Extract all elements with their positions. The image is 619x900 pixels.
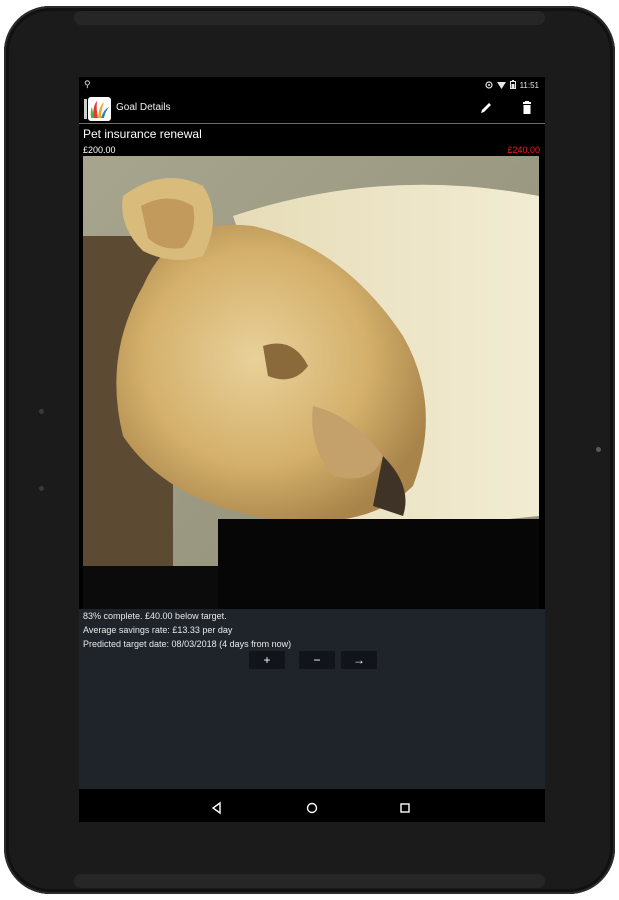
- subtract-funds-button[interactable]: −: [299, 651, 335, 669]
- delete-icon[interactable]: [518, 99, 536, 117]
- lioness-photo: [83, 156, 539, 609]
- sync-icon: [484, 80, 493, 91]
- colorful-app-logo-icon[interactable]: [84, 97, 112, 121]
- recents-icon[interactable]: [395, 798, 415, 818]
- wifi-icon: [496, 81, 506, 91]
- saved-amount: £200.00: [83, 145, 116, 155]
- home-icon[interactable]: [302, 798, 322, 818]
- goal-name: Pet insurance renewal: [83, 127, 202, 141]
- back-icon[interactable]: [207, 798, 227, 818]
- status-time: 11:51: [519, 81, 539, 90]
- device-screen: ⚲ 11:51 Goal Details Pet insurance renew…: [79, 77, 545, 822]
- edit-icon[interactable]: [477, 99, 495, 117]
- action-bar: Goal Details: [79, 94, 545, 124]
- add-funds-button[interactable]: +: [249, 651, 285, 669]
- battery-icon: [509, 80, 516, 91]
- status-bar: ⚲ 11:51: [79, 77, 545, 94]
- next-goal-button[interactable]: →: [341, 651, 377, 669]
- status-icons: 11:51: [484, 80, 539, 91]
- savings-rate: Average savings rate: £13.33 per day: [83, 625, 233, 635]
- predicted-date: Predicted target date: 08/03/2018 (4 day…: [83, 639, 292, 649]
- screen-title: Goal Details: [116, 102, 171, 113]
- camera-dot-right: [596, 447, 601, 452]
- tablet-bottom-speaker: [74, 874, 545, 888]
- camera-dot-left: [39, 409, 44, 414]
- goal-details-panel: 83% complete. £40.00 below target. Avera…: [79, 609, 545, 789]
- navigation-bar: [79, 794, 545, 822]
- target-amount: £240.00: [507, 145, 540, 155]
- goal-photo[interactable]: [83, 156, 539, 609]
- sensor-dot-left: [39, 486, 44, 491]
- pin-icon: ⚲: [84, 79, 91, 89]
- progress-summary: 83% complete. £40.00 below target.: [83, 611, 227, 621]
- tablet-top-speaker: [74, 11, 545, 25]
